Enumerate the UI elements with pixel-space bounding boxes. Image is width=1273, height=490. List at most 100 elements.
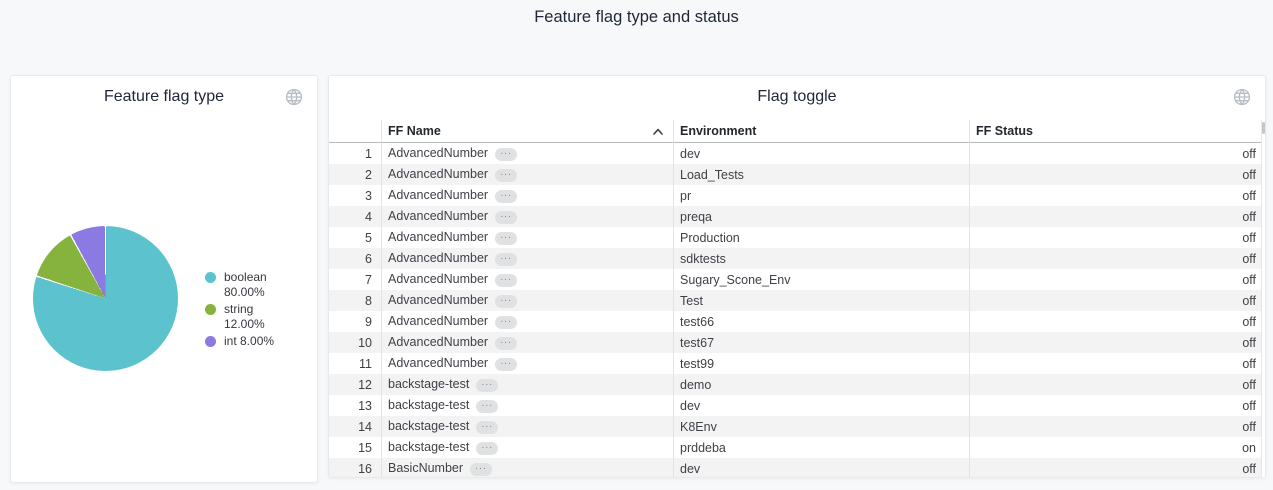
column-header-label: FF Name	[388, 124, 441, 138]
ff-name-cell: AdvancedNumber ···	[381, 227, 673, 248]
ff-status-cell: off	[969, 185, 1261, 206]
row-number-column-header	[329, 120, 381, 143]
ff-name-value: AdvancedNumber	[388, 146, 488, 160]
ff-name-value: AdvancedNumber	[388, 230, 488, 244]
ff-name-value: AdvancedNumber	[388, 293, 488, 307]
globe-icon[interactable]	[1233, 88, 1251, 106]
table-row: 12backstage-test···demooff	[329, 374, 1261, 395]
table-panel-header: Flag toggle	[329, 76, 1265, 120]
row-index: 13	[329, 395, 381, 416]
ellipsis-icon[interactable]: ···	[495, 211, 517, 224]
ff-status-cell: off	[969, 206, 1261, 227]
column-header-label: Environment	[680, 124, 756, 138]
ff-status-cell: off	[969, 143, 1261, 164]
ff-name-value: AdvancedNumber	[388, 356, 488, 370]
legend-item[interactable]: int 8.00%	[205, 334, 295, 349]
table-row: 9AdvancedNumber···test66off	[329, 311, 1261, 332]
legend-item[interactable]: boolean 80.00%	[205, 270, 295, 300]
ff-status-cell: off	[969, 458, 1261, 477]
dashboard-title: Feature flag type and status	[0, 8, 1273, 27]
pie-chart[interactable]	[33, 226, 178, 371]
ff-name-cell: backstage-test···	[381, 416, 673, 437]
ellipsis-icon[interactable]: ···	[476, 442, 498, 455]
environment-cell: Sugary_Scone_Env	[673, 269, 969, 290]
ff-status-cell: off	[969, 227, 1261, 248]
ff-name-cell: AdvancedNumber ···	[381, 353, 673, 374]
ellipsis-icon[interactable]: ···	[495, 358, 517, 371]
environment-cell: Load_Tests	[673, 164, 969, 185]
ff-name-cell: backstage-test···	[381, 395, 673, 416]
row-index: 5	[329, 227, 381, 248]
table-header-row: FF Name Environment FF Status	[329, 120, 1261, 143]
ff-status-cell: off	[969, 248, 1261, 269]
legend-label: int 8.00%	[224, 334, 274, 348]
table-scrollbar-track	[1261, 120, 1265, 477]
ellipsis-icon[interactable]: ···	[476, 421, 498, 434]
environment-cell: pr	[673, 185, 969, 206]
globe-icon[interactable]	[285, 88, 303, 106]
ff-name-cell: AdvancedNumber···	[381, 311, 673, 332]
legend-swatch-icon	[205, 304, 216, 315]
column-header-environment[interactable]: Environment	[673, 120, 969, 143]
row-index: 3	[329, 185, 381, 206]
ff-name-cell: BasicNumber ···	[381, 458, 673, 477]
table-row: 6 AdvancedNumber ··· sdktestsoff	[329, 248, 1261, 269]
ellipsis-icon[interactable]: ···	[495, 169, 517, 182]
table-row: 10AdvancedNumber···test67off	[329, 332, 1261, 353]
ellipsis-icon[interactable]: ···	[495, 295, 517, 308]
ff-name-value: AdvancedNumber	[388, 209, 488, 223]
ff-name-cell: AdvancedNumber ···	[381, 248, 673, 269]
ff-name-value: AdvancedNumber	[388, 188, 488, 202]
ff-name-value: backstage-test	[388, 440, 469, 454]
ff-name-cell: backstage-test···	[381, 374, 673, 395]
column-header-ff-name[interactable]: FF Name	[381, 120, 673, 143]
panel-flag-toggle: Flag toggle FF Name	[328, 75, 1266, 478]
environment-cell: dev	[673, 143, 969, 164]
table-scrollbar-thumb[interactable]	[1262, 122, 1265, 134]
ellipsis-icon[interactable]: ···	[495, 148, 517, 161]
ellipsis-icon[interactable]: ···	[495, 190, 517, 203]
ellipsis-icon[interactable]: ···	[495, 253, 517, 266]
ff-name-value: AdvancedNumber	[388, 167, 488, 181]
pie-legend: boolean 80.00%string 12.00% int 8.00%	[205, 270, 295, 351]
table-row: 13backstage-test···devoff	[329, 395, 1261, 416]
ellipsis-icon[interactable]: ···	[476, 400, 498, 413]
ff-name-cell: backstage-test ···	[381, 437, 673, 458]
ff-name-value: BasicNumber	[388, 461, 463, 475]
table-row: 14backstage-test···K8Envoff	[329, 416, 1261, 437]
table-row: 5AdvancedNumber···Productionoff	[329, 227, 1261, 248]
ellipsis-icon[interactable]: ···	[495, 316, 517, 329]
table-row: 11AdvancedNumber···test99off	[329, 353, 1261, 374]
column-header-ff-status[interactable]: FF Status	[969, 120, 1261, 143]
ff-status-cell: on	[969, 437, 1261, 458]
table-panel-title: Flag toggle	[329, 88, 1265, 106]
column-header-label: FF Status	[976, 124, 1033, 138]
ellipsis-icon[interactable]: ···	[495, 274, 517, 287]
legend-swatch-icon	[205, 272, 216, 283]
row-index: 4	[329, 206, 381, 227]
ellipsis-icon[interactable]: ···	[495, 232, 517, 245]
table-row: 1AdvancedNumber···devoff	[329, 143, 1261, 164]
legend-swatch-icon	[205, 336, 216, 347]
ff-status-cell: off	[969, 416, 1261, 437]
ff-name-value: AdvancedNumber	[388, 335, 488, 349]
row-index: 6	[329, 248, 381, 269]
row-index: 15	[329, 437, 381, 458]
legend-item[interactable]: string 12.00%	[205, 302, 295, 332]
ellipsis-icon[interactable]: ···	[476, 379, 498, 392]
row-index: 8	[329, 290, 381, 311]
flag-table: FF Name Environment FF Status 1A	[329, 120, 1261, 477]
ff-status-cell: off	[969, 332, 1261, 353]
environment-cell: prddeba	[673, 437, 969, 458]
dashboard: Feature flag type and status Feature fla…	[0, 0, 1273, 490]
row-index: 14	[329, 416, 381, 437]
flag-table-body: 1AdvancedNumber···devoff2AdvancedNumber·…	[329, 143, 1261, 477]
ff-name-value: AdvancedNumber	[388, 251, 488, 265]
environment-cell: sdktests	[673, 248, 969, 269]
ff-status-cell: off	[969, 353, 1261, 374]
ellipsis-icon[interactable]: ···	[470, 463, 492, 476]
row-index: 7	[329, 269, 381, 290]
ff-status-cell: off	[969, 290, 1261, 311]
ellipsis-icon[interactable]: ···	[495, 337, 517, 350]
table-row: 4AdvancedNumber···preqaoff	[329, 206, 1261, 227]
